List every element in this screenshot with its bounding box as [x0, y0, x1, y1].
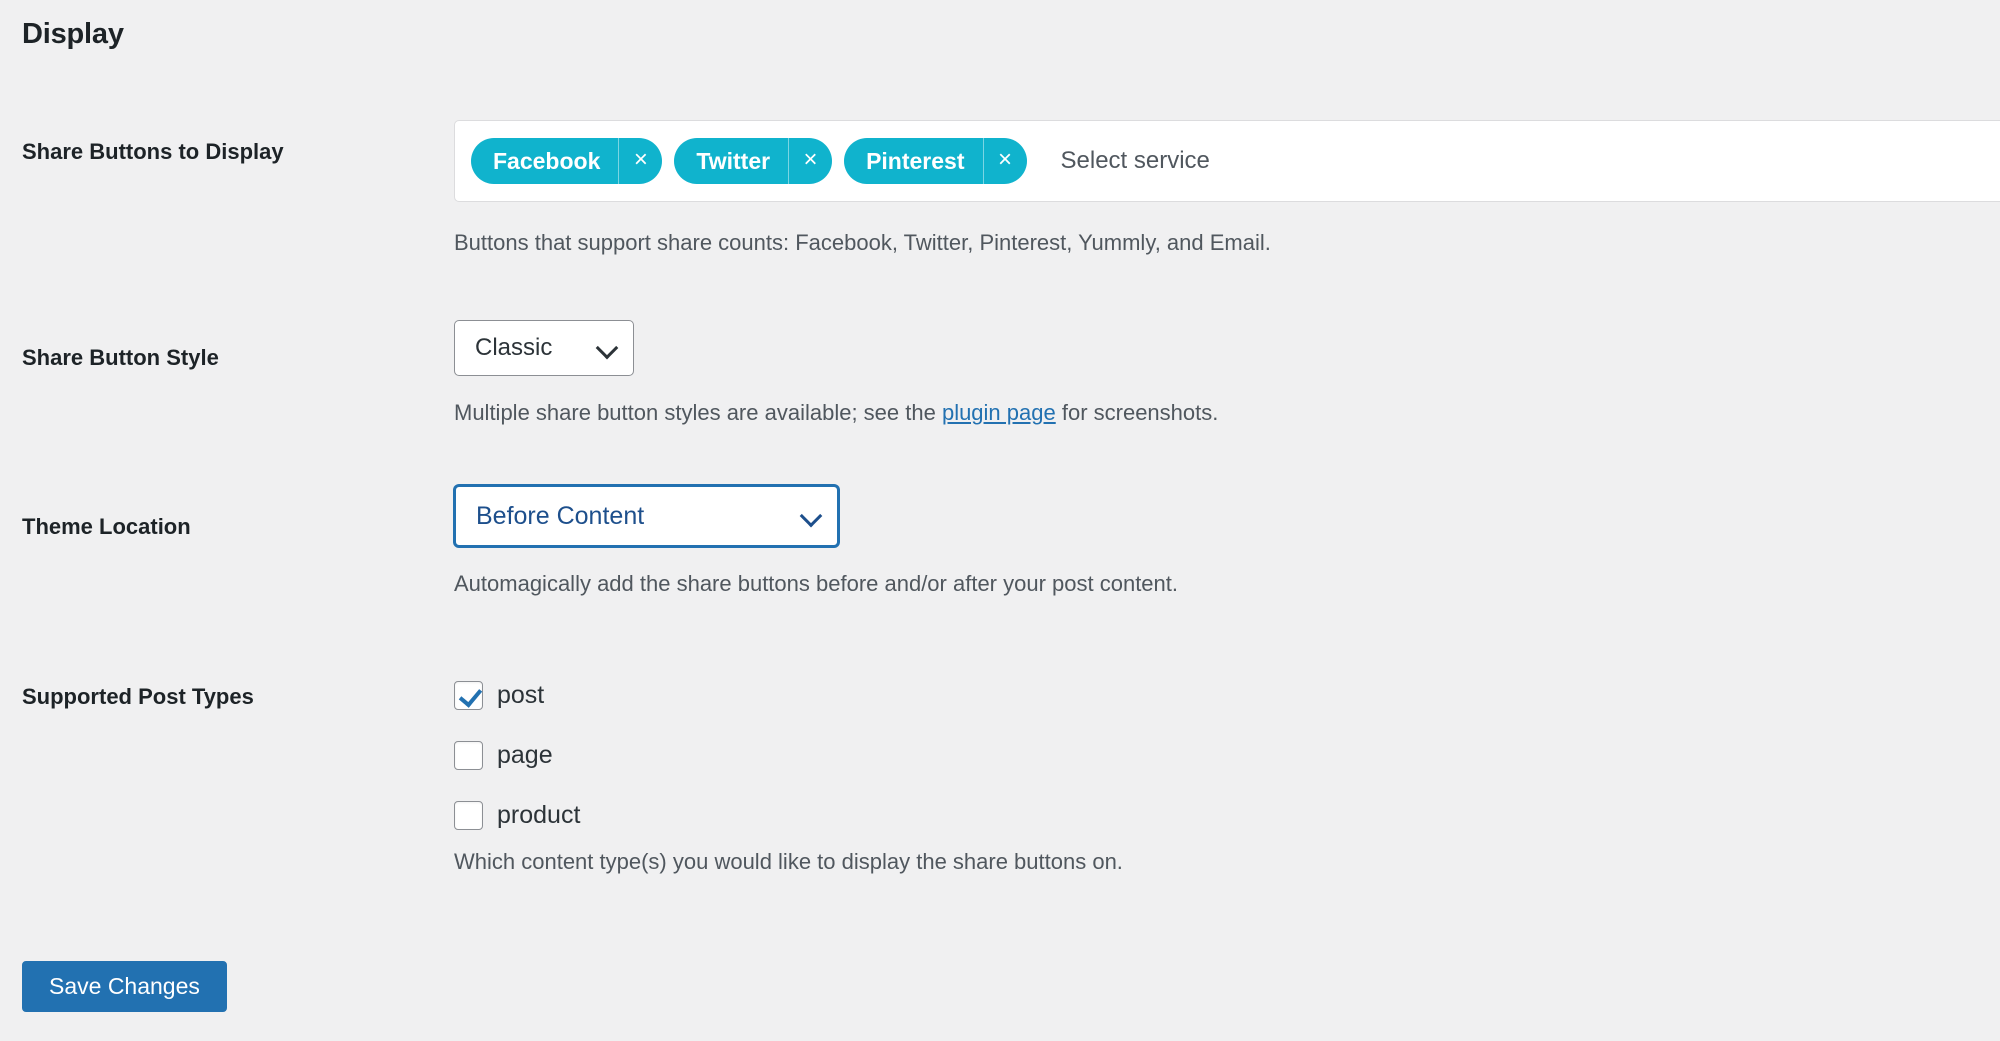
token-pill-label: Pinterest	[844, 138, 982, 184]
theme-location-help-text: Automagically add the share buttons befo…	[454, 569, 1178, 599]
share-buttons-token-input[interactable]: Facebook × Twitter × Pinterest × Select …	[454, 120, 2000, 202]
post-types-checkbox-list: post page product	[454, 665, 580, 845]
token-pill-pinterest[interactable]: Pinterest ×	[844, 138, 1026, 184]
button-style-label: Share Button Style	[22, 344, 342, 373]
button-style-help-text: Multiple share button styles are availab…	[454, 398, 1218, 428]
token-pill-facebook[interactable]: Facebook ×	[471, 138, 662, 184]
post-types-label: Supported Post Types	[22, 683, 342, 712]
close-icon[interactable]: ×	[618, 138, 662, 184]
chevron-down-icon	[801, 505, 823, 527]
share-buttons-help-text: Buttons that support share counts: Faceb…	[454, 228, 1271, 258]
checkbox-product[interactable]	[454, 801, 483, 830]
share-buttons-label: Share Buttons to Display	[22, 138, 342, 167]
checkbox-post[interactable]	[454, 681, 483, 710]
post-types-help-text: Which content type(s) you would like to …	[454, 847, 1123, 877]
button-style-select-value: Classic	[475, 334, 552, 362]
theme-location-select-value: Before Content	[476, 502, 644, 531]
close-icon[interactable]: ×	[788, 138, 832, 184]
checkbox-item-post[interactable]: post	[454, 665, 580, 725]
checkbox-label-page: page	[497, 743, 553, 768]
checkbox-label-post: post	[497, 683, 544, 708]
button-style-help-prefix: Multiple share button styles are availab…	[454, 400, 942, 425]
close-icon[interactable]: ×	[983, 138, 1027, 184]
checkbox-item-page[interactable]: page	[454, 725, 580, 785]
page-title: Display	[22, 18, 124, 51]
checkbox-page[interactable]	[454, 741, 483, 770]
token-pill-label: Facebook	[471, 138, 618, 184]
settings-page: Display Share Buttons to Display Faceboo…	[0, 0, 2000, 1041]
checkbox-item-product[interactable]: product	[454, 785, 580, 845]
button-style-help-suffix: for screenshots.	[1056, 400, 1219, 425]
plugin-page-link[interactable]: plugin page	[942, 400, 1056, 425]
service-search-input[interactable]: Select service	[1039, 147, 2000, 175]
theme-location-label: Theme Location	[22, 513, 342, 542]
checkbox-label-product: product	[497, 803, 580, 828]
theme-location-select[interactable]: Before Content	[454, 485, 839, 547]
save-changes-button[interactable]: Save Changes	[22, 961, 227, 1012]
token-pill-label: Twitter	[674, 138, 788, 184]
token-pill-twitter[interactable]: Twitter ×	[674, 138, 832, 184]
chevron-down-icon	[597, 337, 619, 359]
button-style-select[interactable]: Classic	[454, 320, 634, 376]
